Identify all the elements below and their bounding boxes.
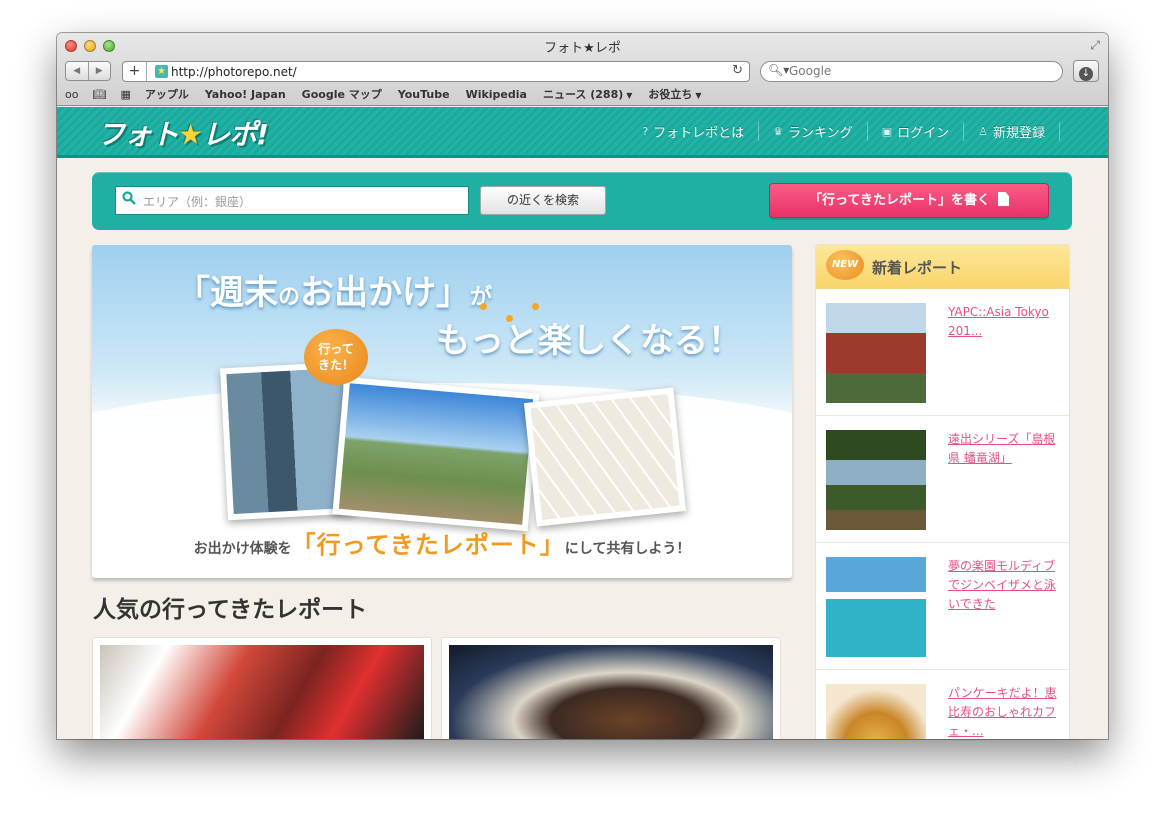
popular-reports-heading: 人気の行ってきたレポート: [93, 597, 368, 623]
top-nav: ? フォトレポとは ♛ ランキング ▣ ログイン ♙ 新規登録: [628, 122, 1060, 141]
search-icon: [122, 191, 136, 205]
area-search-placeholder: エリア（例：銀座）: [143, 195, 252, 209]
report-thumbnail[interactable]: [826, 557, 926, 657]
hero-title-part: お出かけ」: [300, 273, 471, 313]
report-thumbnail: [449, 645, 773, 739]
nav-label: ログイン: [897, 126, 950, 141]
chevron-down-icon: ▼: [626, 91, 633, 100]
report-thumbnail: [100, 645, 424, 739]
bookmark-folder[interactable]: ニュース (288) ▼: [543, 86, 632, 102]
report-thumbnail[interactable]: [826, 430, 926, 530]
user-icon: ♙: [978, 125, 988, 138]
decor-dot: [480, 303, 487, 310]
nav-ranking[interactable]: ♛ ランキング: [759, 122, 868, 141]
caption-text: にして共有しよう！: [564, 541, 691, 557]
report-link[interactable]: パンケーキだよ！恵比寿のおしゃれカフェ・...: [948, 684, 1060, 739]
report-thumbnail[interactable]: [826, 303, 926, 403]
back-forward-buttons: ◀ ▶: [65, 61, 111, 81]
bookmark-folder[interactable]: お役立ち ▼: [648, 86, 701, 102]
forward-button[interactable]: ▶: [87, 62, 111, 80]
reload-icon[interactable]: ↻: [732, 63, 743, 78]
bookmark-folder-label: ニュース (288): [542, 88, 624, 101]
bookmarks-bar: oo 📖︎ ▦ アップル Yahoo! Japan Google マップ You…: [65, 85, 718, 103]
logo-text: フォト: [97, 118, 179, 151]
meadow-image: [338, 383, 534, 525]
search-icon: 🔍︎▾: [768, 63, 790, 77]
bookmarks-book-icon[interactable]: 📖︎: [92, 88, 106, 101]
hero-caption: お出かけ体験を「行ってきたレポート」にして共有しよう！: [92, 525, 792, 560]
downloads-button[interactable]: ↓: [1073, 60, 1099, 82]
logo-star: ★: [178, 118, 203, 151]
address-bar[interactable]: + ★ http://photorepo.net/ ↻: [122, 61, 750, 82]
lock-icon: ▣: [881, 125, 893, 138]
nav-signup[interactable]: ♙ 新規登録: [964, 122, 1060, 141]
search-nearby-button[interactable]: の近くを検索: [480, 186, 606, 215]
site-favicon-icon: ★: [155, 65, 168, 78]
bookmark-folder-label: お役立ち: [648, 88, 693, 101]
sidebar-report-item[interactable]: 遠出シリーズ「島根県 蟠竜湖」: [816, 416, 1069, 543]
report-link[interactable]: 遠出シリーズ「島根県 蟠竜湖」: [948, 430, 1060, 468]
add-bookmark-button[interactable]: +: [123, 62, 147, 81]
report-link[interactable]: YAPC::Asia Tokyo 201...: [948, 303, 1060, 341]
report-thumbnail[interactable]: [826, 684, 926, 739]
site-header: フォト★レポ! ? フォトレポとは ♛ ランキング ▣ ログイン ♙ 新規登録: [57, 107, 1108, 158]
bookmark-item[interactable]: アップル: [145, 86, 189, 102]
url-text[interactable]: http://photorepo.net/: [171, 64, 297, 80]
area-search-band: エリア（例：銀座） の近くを検索 「行ってきたレポート」を書く: [92, 172, 1072, 230]
caption-highlight: 「行ってきたレポート」: [291, 531, 565, 559]
hero-title-line1: 「週末のお出かけ」が: [176, 265, 492, 314]
nav-about[interactable]: ? フォトレポとは: [628, 122, 760, 141]
reading-list-icon[interactable]: oo: [65, 88, 78, 101]
document-icon: [997, 192, 1009, 206]
browser-toolbar: フォト★レポ ⤢ ◀ ▶ + ★ http://photorepo.net/ ↻…: [57, 33, 1108, 106]
window-title: フォト★レポ: [544, 41, 621, 56]
sidebar-title: 新着レポート: [872, 259, 963, 277]
tower-image: [226, 368, 350, 514]
nav-label: フォトレポとは: [653, 126, 745, 141]
write-report-label: 「行ってきたレポート」を書く: [809, 193, 990, 208]
crown-icon: ♛: [773, 125, 784, 138]
report-link[interactable]: 夢の楽園モルディブでジンベイザメと泳いできた: [948, 557, 1060, 614]
hero-photo-meadow: [332, 376, 540, 532]
bookmark-item[interactable]: YouTube: [398, 88, 450, 101]
chevron-down-icon: ▼: [695, 91, 702, 100]
write-report-button[interactable]: 「行ってきたレポート」を書く: [769, 183, 1049, 218]
sidebar-report-item[interactable]: YAPC::Asia Tokyo 201...: [816, 289, 1069, 416]
bookmark-item[interactable]: Yahoo! Japan: [205, 88, 286, 101]
hero-photo-map: [523, 387, 687, 527]
hero-banner[interactable]: 「週末のお出かけ」が もっと楽しくなる！ 行ってきた！ お出かけ体験を「行ってき…: [92, 245, 792, 578]
bookmark-item[interactable]: Wikipedia: [466, 88, 527, 101]
question-icon: ?: [642, 125, 649, 138]
nav-label: 新規登録: [992, 126, 1045, 141]
popular-report-card[interactable]: [441, 637, 781, 739]
decor-dot: [532, 303, 539, 310]
logo-text: レポ!: [202, 118, 269, 151]
map-image: [530, 394, 680, 520]
back-button[interactable]: ◀: [66, 62, 88, 80]
nav-label: ランキング: [788, 126, 853, 141]
new-reports-sidebar: NEW 新着レポート YAPC::Asia Tokyo 201... 遠出シリー…: [815, 244, 1070, 739]
hero-title-line2: もっと楽しくなる！: [436, 321, 742, 361]
sidebar-report-item[interactable]: パンケーキだよ！恵比寿のおしゃれカフェ・...: [816, 670, 1069, 739]
hero-title-part: の: [278, 285, 301, 310]
site-logo[interactable]: フォト★レポ!: [97, 113, 269, 153]
new-badge: NEW: [826, 250, 864, 280]
browser-window: フォト★レポ ⤢ ◀ ▶ + ★ http://photorepo.net/ ↻…: [57, 33, 1108, 739]
popular-report-card[interactable]: [92, 637, 432, 739]
browser-search-field[interactable]: 🔍︎▾ Google: [760, 61, 1063, 82]
nav-login[interactable]: ▣ ログイン: [868, 122, 965, 141]
speech-bubble: 行ってきた！: [304, 329, 368, 385]
caption-text: お出かけ体験を: [193, 541, 292, 557]
download-arrow-icon: ↓: [1079, 67, 1093, 81]
bubble-text: きた！: [317, 358, 354, 372]
area-search-input[interactable]: エリア（例：銀座）: [115, 186, 469, 215]
sidebar-report-item[interactable]: 夢の楽園モルディブでジンベイザメと泳いできた: [816, 543, 1069, 670]
bubble-text: 行って: [318, 342, 354, 356]
browser-search-placeholder: Google: [789, 64, 832, 78]
sidebar-header: NEW 新着レポート: [816, 245, 1069, 289]
top-sites-grid-icon[interactable]: ▦: [120, 88, 130, 101]
bookmark-item[interactable]: Google マップ: [302, 86, 382, 102]
hero-title-part: 「週末: [176, 273, 278, 313]
fullscreen-icon[interactable]: ⤢: [1090, 38, 1100, 53]
